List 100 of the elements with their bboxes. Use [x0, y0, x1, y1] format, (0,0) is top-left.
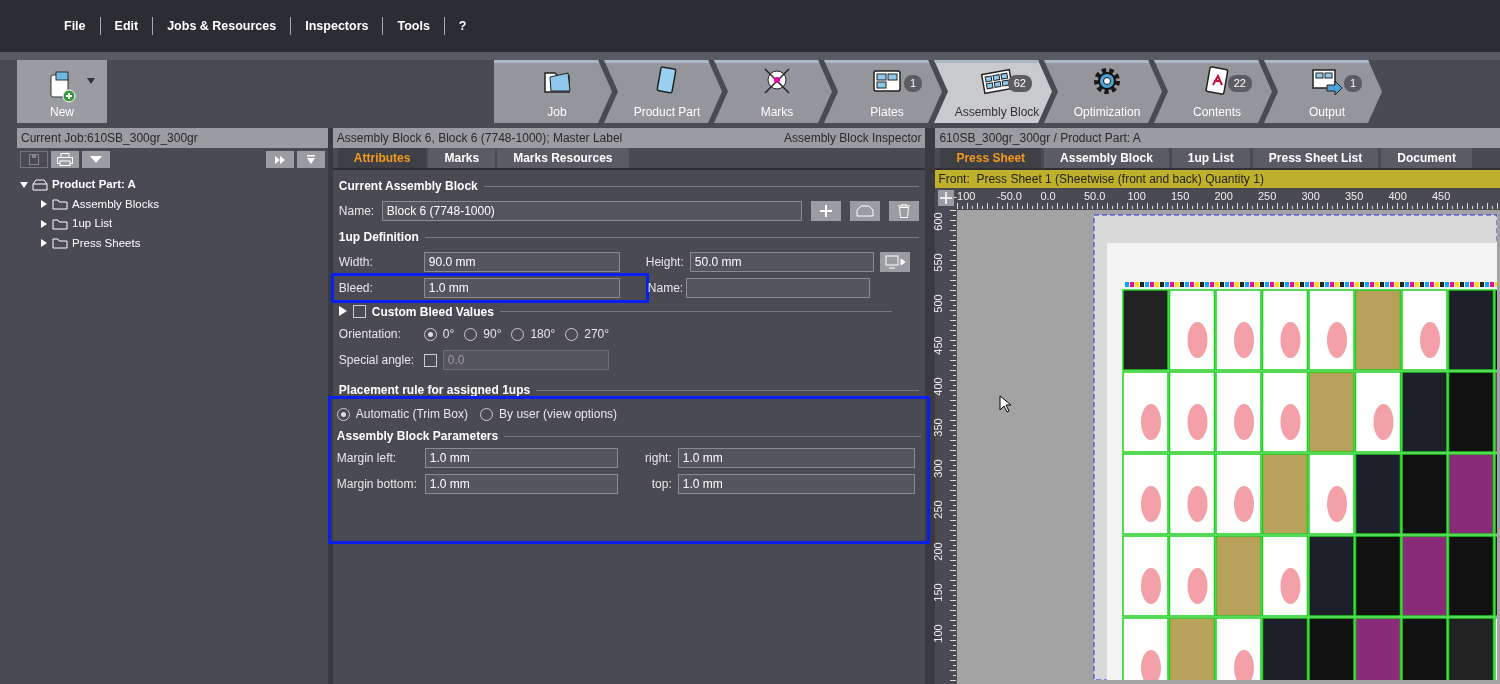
- input-field[interactable]: 1.0 mm: [423, 278, 620, 298]
- caret-icon: [87, 78, 95, 84]
- folder-icon: [52, 237, 68, 250]
- ruler-label: 450: [1431, 189, 1451, 204]
- ruler-label: 600: [933, 212, 945, 231]
- printer-icon: [57, 153, 73, 166]
- count-badge: 1: [1343, 75, 1362, 92]
- section-heading: 1up Definition: [338, 229, 419, 246]
- tab[interactable]: Document: [1381, 148, 1472, 168]
- radio-label[interactable]: 90°: [483, 325, 502, 343]
- crosshair-button[interactable]: [938, 190, 955, 206]
- tree-item[interactable]: Press Sheets: [17, 233, 328, 253]
- tree-item[interactable]: Assembly Blocks: [17, 194, 328, 214]
- panel-title: Current Job:610SB_300gr_300gr: [21, 130, 198, 147]
- ruler-label: 300: [1301, 189, 1320, 204]
- link-button[interactable]: [879, 252, 910, 272]
- menu-item[interactable]: Inspectors: [290, 16, 383, 36]
- dropdown-button[interactable]: [82, 151, 110, 168]
- tab[interactable]: Press Sheet List: [1252, 148, 1379, 168]
- tab[interactable]: Assembly Block: [1044, 148, 1169, 168]
- menu-item[interactable]: ?: [443, 16, 481, 36]
- field-label: Margin left:: [336, 450, 398, 467]
- menu-item[interactable]: Jobs & Resources: [152, 16, 291, 36]
- tab[interactable]: Marks: [428, 148, 496, 168]
- input-field[interactable]: 50.0 mm: [689, 252, 874, 272]
- down-arrow-icon: [306, 155, 315, 164]
- radio-label[interactable]: Automatic (Trim Box): [355, 405, 469, 423]
- input-field[interactable]: 1.0 mm: [424, 474, 618, 494]
- menu-item[interactable]: Tools: [382, 16, 444, 36]
- gear-icon: [1091, 65, 1123, 97]
- tab[interactable]: Marks Resources: [497, 148, 629, 168]
- radio-label[interactable]: By user (view options): [499, 405, 618, 423]
- workflow-tab[interactable]: Contents 22: [1154, 60, 1272, 123]
- field-label: Bleed:: [338, 280, 374, 297]
- ruler-label: 300: [933, 459, 945, 478]
- field-label: Orientation:: [338, 326, 402, 343]
- menu-item[interactable]: Edit: [99, 16, 153, 36]
- count-badge: 1: [903, 75, 922, 92]
- tree-item[interactable]: Product Part: A: [17, 175, 328, 195]
- count-badge: 22: [1227, 75, 1252, 92]
- ruler-label: 350: [933, 418, 945, 437]
- open-button[interactable]: [849, 201, 880, 221]
- caret-icon: [90, 156, 102, 163]
- crosshair-icon: [940, 192, 953, 204]
- input-field[interactable]: 90.0 mm: [423, 252, 620, 272]
- ruler-label: 200: [1214, 189, 1233, 204]
- trash-icon: [897, 204, 910, 218]
- ruler-label: -100: [953, 189, 976, 204]
- input-field[interactable]: 1.0 mm: [677, 474, 915, 494]
- ruler-label: 200: [933, 541, 945, 561]
- workflow-tab[interactable]: Assembly Block 62: [934, 60, 1052, 123]
- field-label: Width:: [338, 254, 374, 271]
- ruler-label: 150: [1170, 189, 1190, 204]
- ruler-label: 100: [933, 624, 945, 643]
- folder-icon: [52, 217, 68, 230]
- ruler-label: 400: [933, 377, 945, 396]
- input-field[interactable]: Block 6 (7748-1000): [381, 201, 802, 221]
- delete-button[interactable]: [888, 201, 919, 221]
- monitor-icon: [884, 255, 905, 269]
- panel-subtitle: Assembly Block Inspector: [784, 130, 922, 147]
- tab[interactable]: Press Sheet: [940, 148, 1042, 168]
- radio-label[interactable]: 180°: [530, 325, 556, 343]
- section-heading: Custom Bleed Values: [371, 303, 494, 321]
- section-heading: Placement rule for assigned 1ups: [338, 382, 531, 399]
- field-label: top:: [650, 476, 673, 493]
- ruler-label: 500: [933, 294, 945, 314]
- expand-button[interactable]: [265, 151, 294, 168]
- radio-label[interactable]: 270°: [584, 325, 610, 343]
- input-field[interactable]: 1.0 mm: [424, 448, 618, 468]
- field-label: right:: [644, 450, 673, 467]
- tree-item[interactable]: 1up List: [17, 214, 328, 234]
- menu-item[interactable]: File: [50, 16, 100, 36]
- checkbox[interactable]: [352, 304, 366, 318]
- ruler-label: 450: [933, 335, 945, 355]
- panel-title: Assembly Block 6, Block 6 (7748-1000); Master Label: [336, 130, 623, 147]
- count-badge: 62: [1007, 75, 1032, 92]
- radio-label[interactable]: 0°: [442, 325, 455, 343]
- folder-icon: [52, 198, 68, 211]
- plus-icon: [819, 205, 832, 217]
- collapse-button[interactable]: [296, 151, 325, 168]
- tray-icon: [32, 178, 48, 191]
- workflow-tab[interactable]: Plates 1: [824, 60, 942, 123]
- ruler-label: 0.0: [1040, 189, 1056, 204]
- workflow-tab[interactable]: Output 1: [1264, 60, 1382, 123]
- tab[interactable]: Attributes: [337, 148, 427, 168]
- tab[interactable]: 1up List: [1171, 148, 1250, 168]
- mouse-pointer-icon: [999, 395, 1012, 413]
- sheet-info-bar: Front: Press Sheet 1 (Sheetwise (front and back) Quantity 1): [935, 170, 1500, 188]
- splitter[interactable]: [925, 128, 936, 684]
- input-field[interactable]: 1.0 mm: [677, 448, 915, 468]
- ruler-label: -50.0: [996, 189, 1022, 204]
- input-field[interactable]: [685, 278, 870, 298]
- section-heading: Assembly Block Parameters: [336, 428, 499, 445]
- section-heading: Current Assembly Block: [338, 178, 478, 195]
- new-document-icon: [47, 71, 77, 103]
- print-button[interactable]: [51, 151, 79, 168]
- add-button[interactable]: [810, 201, 841, 221]
- save-button[interactable]: [20, 151, 48, 168]
- ruler-label: 150: [933, 583, 945, 602]
- ruler-label: 550: [933, 253, 945, 272]
